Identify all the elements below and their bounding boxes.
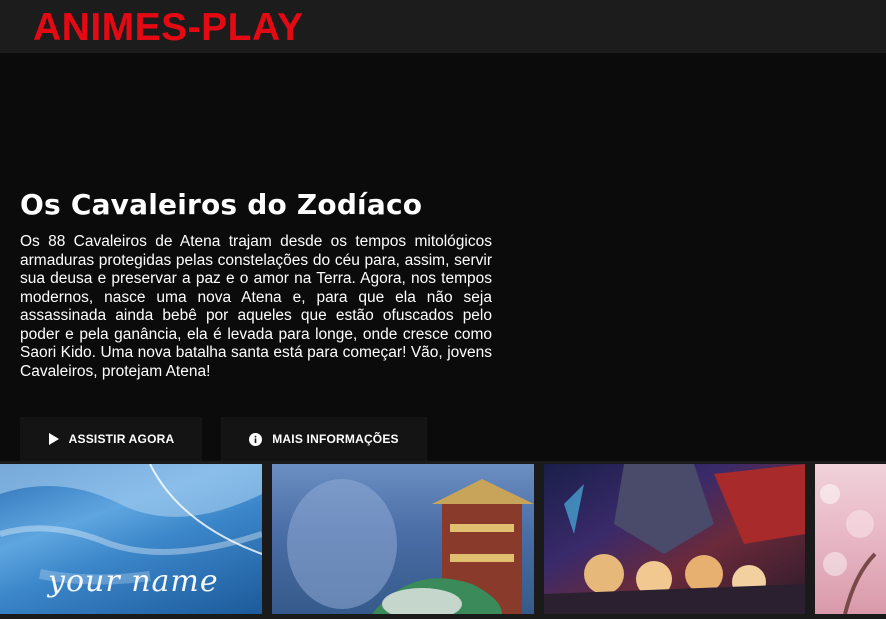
top-header: ANIMES-PLAY bbox=[0, 0, 886, 53]
more-info-label: MAIS INFORMAÇÕES bbox=[272, 432, 399, 446]
hero-title: Os Cavaleiros do Zodíaco bbox=[20, 188, 423, 221]
more-info-button[interactable]: MAIS INFORMAÇÕES bbox=[221, 417, 427, 461]
watch-now-button[interactable]: ASSISTIR AGORA bbox=[20, 417, 202, 461]
bathhouse-artwork bbox=[287, 479, 534, 614]
info-icon bbox=[249, 432, 263, 446]
site-logo[interactable]: ANIMES-PLAY bbox=[33, 6, 304, 50]
anime-thumbnail-partial[interactable] bbox=[815, 464, 886, 614]
watch-now-label: ASSISTIR AGORA bbox=[68, 432, 175, 446]
hero-description: Os 88 Cavaleiros de Atena trajam desde o… bbox=[20, 233, 492, 380]
play-icon bbox=[48, 433, 59, 445]
cherry-blossom-artwork bbox=[820, 484, 877, 614]
your-name-title-art: your name bbox=[48, 564, 219, 599]
heroes-artwork bbox=[544, 464, 805, 614]
anime-thumbnail-spirited-away[interactable] bbox=[272, 464, 534, 614]
anime-thumbnail-my-hero-academia[interactable] bbox=[544, 464, 805, 614]
anime-thumbnail-your-name[interactable]: your name bbox=[0, 464, 262, 614]
